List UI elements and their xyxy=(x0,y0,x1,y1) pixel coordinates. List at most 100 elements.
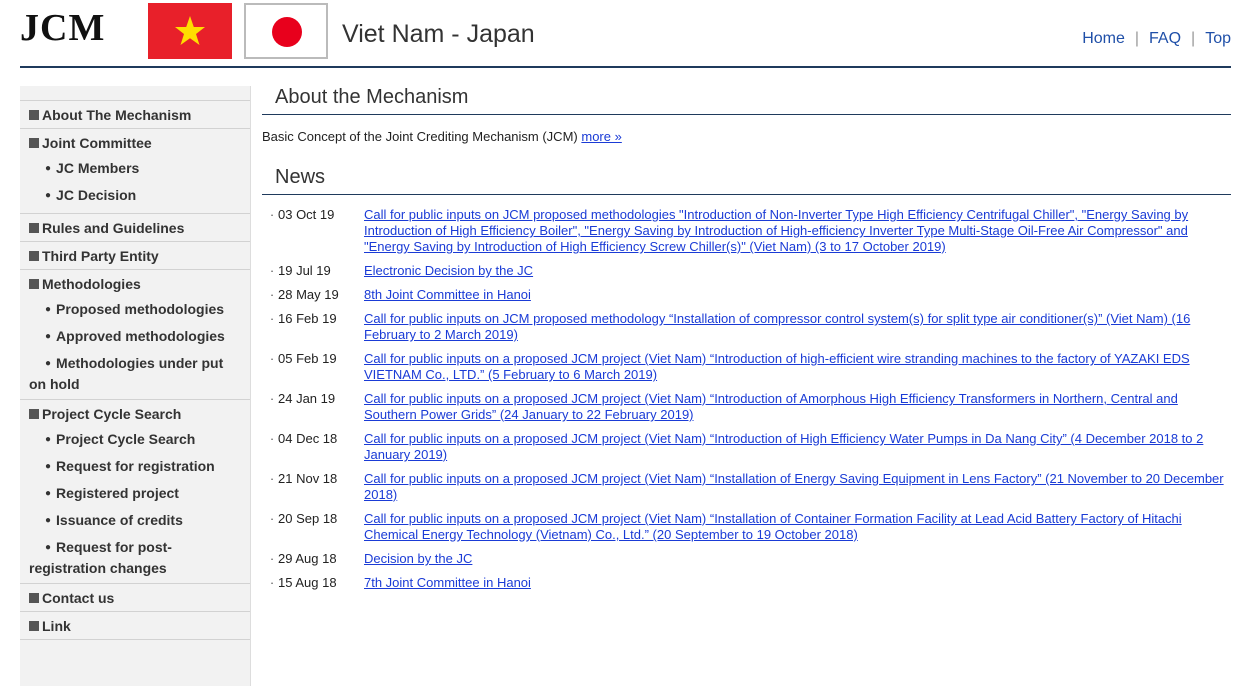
intro-text: Basic Concept of the Joint Crediting Mec… xyxy=(262,129,578,144)
dot-bullet-icon: ● xyxy=(45,163,52,174)
dot-bullet-icon: ● xyxy=(45,461,52,472)
news-item: · 03 Oct 19 Call for public inputs on JCM … xyxy=(262,207,1231,255)
about-title: About the Mechanism xyxy=(262,86,1231,115)
sidebar-item-label: Rules and Guidelines xyxy=(42,220,185,236)
news-item: · 20 Sep 18 Call for public inputs on a pr… xyxy=(262,511,1231,543)
news-item: · 15 Aug 18 7th Joint Committee in Hanoi xyxy=(262,575,1231,591)
sidebar-item-label: Third Party Entity xyxy=(42,248,159,264)
more-link[interactable]: more » xyxy=(581,129,621,144)
news-item: · 28 May 19 8th Joint Committee in Hanoi xyxy=(262,287,1231,303)
dot-bullet-icon: · xyxy=(269,391,275,406)
sidebar-subitem[interactable]: ● Request for post-registration changes xyxy=(20,535,250,580)
dot-bullet-icon: · xyxy=(269,511,275,526)
dot-bullet-icon: ● xyxy=(45,488,52,499)
sidebar-item-label: Contact us xyxy=(42,590,115,606)
news-item: · 04 Dec 18 Call for public inputs on a pr… xyxy=(262,431,1231,463)
sidebar-item-label: Methodologies xyxy=(42,276,141,292)
news-link[interactable]: 7th Joint Committee in Hanoi xyxy=(364,575,1231,591)
square-bullet-icon xyxy=(29,621,39,632)
japan-flag-icon xyxy=(244,3,328,59)
nav-faq[interactable]: FAQ xyxy=(1149,30,1181,47)
news-link[interactable]: Call for public inputs on a proposed JCM… xyxy=(364,511,1231,543)
dot-bullet-icon: ● xyxy=(45,331,52,342)
sidebar-item[interactable]: About The Mechanism xyxy=(20,101,250,129)
dot-bullet-icon: · xyxy=(269,207,275,222)
sidebar-item[interactable]: Contact us xyxy=(20,584,250,612)
sidebar-item[interactable]: Methodologies xyxy=(20,270,250,297)
sidebar-subitem-label: JC Decision xyxy=(56,187,137,203)
news-title: News xyxy=(262,166,1231,195)
square-bullet-icon xyxy=(29,409,39,420)
news-item: · 19 Jul 19 Electronic Decision by the JC xyxy=(262,263,1231,279)
news-date: 05 Feb 19 xyxy=(278,351,337,366)
news-link[interactable]: Decision by the JC xyxy=(364,551,1231,567)
sidebar-subitem-label: Project Cycle Search xyxy=(56,431,196,447)
dot-bullet-icon: · xyxy=(269,311,275,326)
sidebar-subitem[interactable]: ● Methodologies under put on hold xyxy=(20,351,250,396)
vietnam-flag-icon xyxy=(148,3,232,59)
news-date: 03 Oct 19 xyxy=(278,207,335,222)
dot-bullet-icon: · xyxy=(269,263,275,278)
intro: Basic Concept of the Joint Crediting Mec… xyxy=(262,129,1231,144)
sidebar-subitem[interactable]: ● Proposed methodologies xyxy=(20,297,250,324)
dot-bullet-icon: · xyxy=(269,575,275,590)
sidebar-subitem[interactable]: ● Approved methodologies xyxy=(20,324,250,351)
header-divider xyxy=(20,66,1231,68)
news-date: 29 Aug 18 xyxy=(278,551,337,566)
sidebar-item[interactable]: Joint Committee xyxy=(20,129,250,156)
news-link[interactable]: Call for public inputs on JCM proposed m… xyxy=(364,207,1231,255)
dot-bullet-icon: ● xyxy=(45,358,52,369)
sidebar: About The Mechanism Joint Committee ● JC Me… xyxy=(20,86,251,686)
news-link[interactable]: Call for public inputs on a proposed JCM… xyxy=(364,391,1231,423)
news-link[interactable]: Call for public inputs on a proposed JCM… xyxy=(364,471,1231,503)
news-link[interactable]: Call for public inputs on a proposed JCM… xyxy=(364,431,1231,463)
dot-bullet-icon: · xyxy=(269,431,275,446)
sidebar-subitem[interactable]: ● Project Cycle Search xyxy=(20,427,250,454)
news-date: 28 May 19 xyxy=(278,287,339,302)
dot-bullet-icon: ● xyxy=(45,542,52,553)
nav-top[interactable]: Top xyxy=(1205,30,1231,47)
news-item: · 16 Feb 19 Call for public inputs on JCM … xyxy=(262,311,1231,343)
sidebar-subitem[interactable]: ● JC Members xyxy=(20,156,250,183)
news-item: · 05 Feb 19 Call for public inputs on a pr… xyxy=(262,351,1231,383)
sidebar-subitem[interactable]: ● Issuance of credits xyxy=(20,508,250,535)
top-nav: Home | FAQ | Top xyxy=(1082,30,1231,47)
sidebar-item-label: About The Mechanism xyxy=(42,107,192,123)
news-date: 16 Feb 19 xyxy=(278,311,337,326)
sidebar-item[interactable]: Rules and Guidelines xyxy=(20,214,250,242)
square-bullet-icon xyxy=(29,138,39,149)
sidebar-subitem-label: Issuance of credits xyxy=(56,512,183,528)
news-item: · 24 Jan 19 Call for public inputs on a pr… xyxy=(262,391,1231,423)
sidebar-subitem[interactable]: ● Request for registration xyxy=(20,454,250,481)
site-header: JCM Viet Nam - Japan Home | FAQ | Top xyxy=(0,0,1239,70)
sidebar-item-label: Link xyxy=(42,618,71,634)
dot-bullet-icon: ● xyxy=(45,515,52,526)
sidebar-item[interactable]: Link xyxy=(20,612,250,640)
sidebar-item-label: Project Cycle Search xyxy=(42,406,182,422)
news-link[interactable]: Call for public inputs on a proposed JCM… xyxy=(364,351,1231,383)
sidebar-subitem[interactable]: ● Registered project xyxy=(20,481,250,508)
news-link[interactable]: 8th Joint Committee in Hanoi xyxy=(364,287,1231,303)
nav-home[interactable]: Home xyxy=(1082,30,1125,47)
square-bullet-icon xyxy=(29,223,39,234)
sidebar-item[interactable]: Project Cycle Search xyxy=(20,400,250,427)
sidebar-subitem-label: Request for registration xyxy=(56,458,215,474)
site-title: Viet Nam - Japan xyxy=(342,20,535,48)
dot-bullet-icon: ● xyxy=(45,304,52,315)
news-link[interactable]: Electronic Decision by the JC xyxy=(364,263,1231,279)
news-date: 20 Sep 18 xyxy=(278,511,338,526)
news-item: · 21 Nov 18 Call for public inputs on a pr… xyxy=(262,471,1231,503)
sidebar-subitem-label: Methodologies under put on hold xyxy=(29,355,224,392)
news-link[interactable]: Call for public inputs on JCM proposed m… xyxy=(364,311,1231,343)
news-date: 19 Jul 19 xyxy=(278,263,331,278)
news-list: · 03 Oct 19 Call for public inputs on JCM … xyxy=(262,207,1231,591)
dot-bullet-icon: ● xyxy=(45,434,52,445)
sidebar-subitem[interactable]: ● JC Decision xyxy=(20,183,250,210)
square-bullet-icon xyxy=(29,593,39,604)
square-bullet-icon xyxy=(29,110,39,121)
news-date: 24 Jan 19 xyxy=(278,391,336,406)
dot-bullet-icon: · xyxy=(269,351,275,366)
news-date: 21 Nov 18 xyxy=(278,471,338,486)
jcm-logo[interactable]: JCM xyxy=(20,6,105,50)
sidebar-item[interactable]: Third Party Entity xyxy=(20,242,250,270)
